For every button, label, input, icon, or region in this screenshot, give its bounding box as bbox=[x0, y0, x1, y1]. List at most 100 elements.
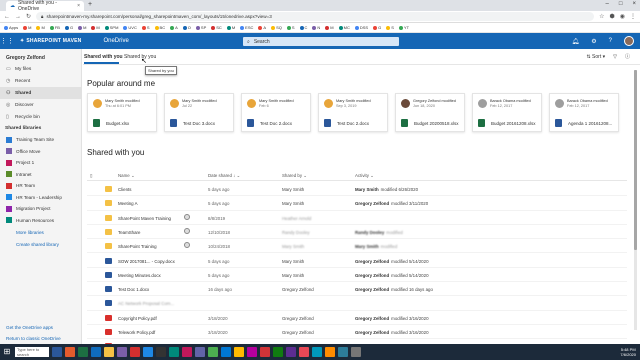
forward-icon[interactable]: → bbox=[15, 14, 21, 20]
reload-icon[interactable]: ↻ bbox=[26, 13, 31, 20]
library-item[interactable]: Training Team Site bbox=[0, 134, 81, 146]
bookmark-item[interactable]: SPM bbox=[104, 25, 118, 30]
windows-start-icon[interactable]: ⊞ bbox=[2, 347, 12, 357]
table-row[interactable]: Copyright Policy.pdf 3/18/2020 Gregory Zel… bbox=[87, 311, 627, 325]
nav-item-my-files[interactable]: ▭ My files bbox=[0, 63, 81, 75]
taskbar-app-icon[interactable] bbox=[234, 347, 244, 357]
bookmark-item[interactable]: S bbox=[286, 25, 295, 30]
new-tab-button[interactable]: + bbox=[88, 1, 92, 8]
bookmark-item[interactable]: M bbox=[325, 25, 334, 30]
taskbar-app-icon[interactable] bbox=[325, 347, 335, 357]
star-icon[interactable]: ☆ bbox=[599, 13, 604, 20]
maximize-icon[interactable]: □ bbox=[619, 1, 623, 7]
bookmark-item[interactable]: DSS bbox=[354, 25, 368, 30]
taskbar-app-icon[interactable] bbox=[169, 347, 179, 357]
column-name[interactable]: Name ⌄ bbox=[118, 173, 135, 179]
taskbar-app-icon[interactable] bbox=[312, 347, 322, 357]
back-icon[interactable]: ← bbox=[4, 14, 10, 20]
create-library-link[interactable]: Create shared library bbox=[0, 238, 81, 250]
popular-card[interactable]: Gregory Zelfond modified Jun 18, 2020 Budg… bbox=[395, 93, 465, 132]
nav-item-recycle-bin[interactable]: ▯ Recycle bin bbox=[0, 111, 81, 123]
bookmark-item[interactable]: FB bbox=[49, 25, 60, 30]
table-row[interactable]: Clients 5 days ago Mary Smith Mary Smith mod… bbox=[87, 182, 627, 197]
help-icon[interactable]: ? bbox=[609, 38, 612, 44]
row-name[interactable]: AC Network Proposal Com... bbox=[118, 301, 174, 306]
table-row[interactable]: SharePoint Maven Training 8/8/2019 Heather… bbox=[87, 211, 627, 225]
bookmark-item[interactable]: S bbox=[141, 25, 150, 30]
row-name[interactable]: Test Doc 1.docx bbox=[118, 287, 149, 292]
library-item[interactable]: Office Move bbox=[0, 146, 81, 158]
bookmark-item[interactable]: ESC bbox=[240, 25, 253, 30]
bookmark-item[interactable]: M bbox=[91, 25, 100, 30]
row-name[interactable]: SharePoint Training bbox=[118, 244, 157, 249]
nav-item-discover[interactable]: ◎ Discover bbox=[0, 99, 81, 111]
table-row[interactable]: Telework Policy.pdf 3/18/2020 Gregory Zelf… bbox=[87, 325, 627, 340]
row-name[interactable]: Meeting Minutes.docx bbox=[118, 273, 161, 278]
minimize-icon[interactable]: – bbox=[606, 1, 609, 7]
taskbar-app-icon[interactable] bbox=[260, 347, 270, 357]
taskbar-app-icon[interactable] bbox=[117, 347, 127, 357]
taskbar-app-icon[interactable] bbox=[286, 347, 296, 357]
taskbar-app-icon[interactable] bbox=[91, 347, 101, 357]
bookmark-item[interactable]: N bbox=[312, 25, 320, 30]
bookmark-item[interactable]: A bbox=[258, 25, 266, 30]
nav-item-shared[interactable]: ⚇ Shared bbox=[0, 87, 81, 99]
tab-shared-with-you[interactable]: Shared with you bbox=[84, 54, 123, 60]
sort-button[interactable]: ⇅ Sort ▾ bbox=[586, 54, 605, 60]
search-box[interactable]: ⌕ Search bbox=[243, 37, 399, 46]
taskbar-search[interactable]: Type here to search bbox=[15, 347, 49, 357]
bookmark-item[interactable]: SP bbox=[195, 25, 206, 30]
app-name[interactable]: OneDrive bbox=[103, 38, 128, 44]
app-launcher-icon[interactable]: ⋮⋮ bbox=[0, 37, 14, 45]
bookmark-item[interactable]: M bbox=[23, 25, 31, 30]
bookmark-item[interactable]: M bbox=[78, 25, 86, 30]
column-activity[interactable]: Activity ⌄ bbox=[355, 173, 374, 179]
bookmark-item[interactable]: G bbox=[64, 25, 73, 30]
bookmark-item[interactable]: BC bbox=[154, 25, 165, 30]
filter-icon[interactable]: ▽ bbox=[613, 54, 617, 60]
bookmark-item[interactable]: O bbox=[182, 25, 191, 30]
bookmark-item[interactable]: M bbox=[36, 25, 45, 30]
company-logo[interactable]: ✦ SHAREPOINT MAVEN bbox=[20, 38, 81, 44]
notifications-icon[interactable]: 🔔︎ bbox=[572, 38, 580, 45]
table-row[interactable]: AC Network Proposal Com... bbox=[87, 296, 627, 311]
menu-icon[interactable]: ⋮ bbox=[630, 13, 636, 20]
table-row[interactable]: SOW 2017081... - Copy.docx 5 days ago Mary… bbox=[87, 254, 627, 268]
get-apps-link[interactable]: Get the OneDrive apps bbox=[6, 322, 61, 333]
row-name[interactable]: Meeting A bbox=[118, 201, 138, 206]
column-by[interactable]: Shared by ⌄ bbox=[282, 173, 307, 179]
table-row[interactable]: Meeting A 5 days ago Mary Smith Gregory Zel… bbox=[87, 196, 627, 211]
taskbar-app-icon[interactable] bbox=[273, 347, 283, 357]
bookmark-item[interactable]: G bbox=[373, 25, 381, 30]
nav-item-recent[interactable]: ◷ Recent bbox=[0, 75, 81, 87]
popular-card[interactable]: Mary Smith modified Feb 6 Test Doc 2.docx bbox=[241, 93, 311, 132]
table-row[interactable]: Test Doc 1.docx 16 days ago Gregory Zelfon… bbox=[87, 282, 627, 297]
row-name[interactable]: TeamShare bbox=[118, 230, 140, 235]
taskbar-app-icon[interactable] bbox=[299, 347, 309, 357]
classic-onedrive-link[interactable]: Return to classic OneDrive bbox=[6, 333, 61, 344]
taskbar-app-icon[interactable] bbox=[156, 347, 166, 357]
taskbar-app-icon[interactable] bbox=[221, 347, 231, 357]
close-tab-icon[interactable]: × bbox=[77, 3, 80, 9]
settings-icon[interactable]: ⚙ bbox=[591, 38, 596, 45]
more-libraries-link[interactable]: More libraries bbox=[0, 226, 81, 238]
taskbar-app-icon[interactable] bbox=[182, 347, 192, 357]
library-item[interactable]: Human Resources bbox=[0, 215, 81, 227]
clock[interactable]: 5:48 PM 7/6/2020 bbox=[620, 347, 636, 357]
scrollbar-thumb[interactable] bbox=[634, 70, 637, 250]
extension-icon[interactable]: ⬢ bbox=[610, 13, 615, 20]
taskbar-app-icon[interactable] bbox=[52, 347, 62, 357]
popular-card[interactable]: Barack Obama modified Feb 12, 2017 Agenda … bbox=[549, 93, 619, 132]
row-name[interactable]: SharePoint Maven Training bbox=[118, 216, 171, 221]
table-row[interactable]: TeamShare 12/10/2018 Randy Dooley Randy Doo… bbox=[87, 225, 627, 240]
library-item[interactable]: Intranet bbox=[0, 169, 81, 181]
browser-tab[interactable]: ☁ Shared with you - OneDrive × bbox=[6, 0, 84, 12]
column-date[interactable]: Date shared ↓ ⌄ bbox=[208, 173, 240, 179]
taskbar-app-icon[interactable] bbox=[104, 347, 114, 357]
bookmark-item[interactable]: S bbox=[386, 25, 394, 30]
taskbar-app-icon[interactable] bbox=[338, 347, 348, 357]
close-window-icon[interactable]: × bbox=[632, 1, 636, 7]
bookmark-item[interactable]: M bbox=[226, 25, 235, 30]
library-item[interactable]: HR Team - Leadership bbox=[0, 192, 81, 204]
taskbar-app-icon[interactable] bbox=[208, 347, 218, 357]
